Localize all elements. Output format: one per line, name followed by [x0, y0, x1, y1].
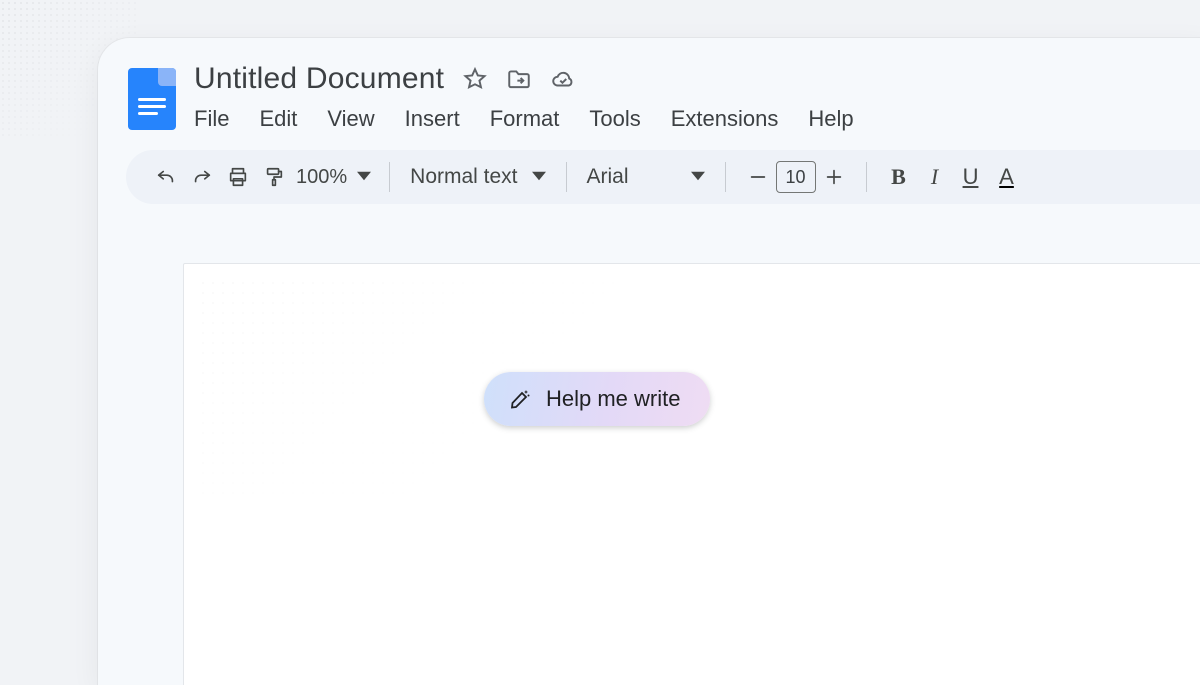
help-me-write-button[interactable]: Help me write — [484, 372, 710, 426]
redo-button[interactable] — [184, 159, 220, 195]
paragraph-style-value: Normal text — [410, 165, 517, 189]
menu-edit[interactable]: Edit — [259, 106, 297, 132]
title-line: Untitled Document — [194, 62, 854, 96]
menu-extensions[interactable]: Extensions — [671, 106, 779, 132]
menu-file[interactable]: File — [194, 106, 229, 132]
decrease-font-size-button[interactable] — [740, 159, 776, 195]
chevron-down-icon — [357, 166, 371, 189]
separator — [389, 162, 390, 192]
menu-view[interactable]: View — [327, 106, 374, 132]
docs-logo-icon[interactable] — [128, 68, 176, 130]
undo-button[interactable] — [148, 159, 184, 195]
chevron-down-icon — [691, 165, 705, 189]
chevron-down-icon — [532, 165, 546, 189]
cloud-status-icon[interactable] — [550, 66, 576, 92]
title-block: Untitled Document File Edit View — [194, 62, 854, 132]
paint-format-button[interactable] — [256, 159, 292, 195]
title-row: Untitled Document File Edit View — [98, 56, 1200, 132]
move-to-folder-icon[interactable] — [506, 66, 532, 92]
print-button[interactable] — [220, 159, 256, 195]
font-size-input[interactable]: 10 — [776, 161, 816, 193]
document-page[interactable]: Help me write — [183, 263, 1200, 685]
star-icon[interactable] — [462, 66, 488, 92]
menu-bar: File Edit View Insert Format Tools Exten… — [194, 104, 854, 132]
paragraph-style-dropdown[interactable]: Normal text — [404, 165, 551, 189]
separator — [566, 162, 567, 192]
zoom-dropdown[interactable]: 100% — [292, 166, 375, 189]
document-title[interactable]: Untitled Document — [194, 62, 444, 96]
docs-window: Untitled Document File Edit View — [98, 38, 1200, 685]
font-family-value: Arial — [587, 165, 629, 189]
zoom-value: 100% — [296, 166, 347, 189]
font-family-dropdown[interactable]: Arial — [581, 165, 711, 189]
separator — [725, 162, 726, 192]
menu-insert[interactable]: Insert — [405, 106, 460, 132]
title-action-icons — [462, 66, 576, 92]
separator — [866, 162, 867, 192]
menu-tools[interactable]: Tools — [589, 106, 640, 132]
help-me-write-label: Help me write — [546, 386, 680, 412]
italic-button[interactable]: I — [917, 159, 953, 195]
magic-pen-icon — [508, 387, 532, 411]
menu-help[interactable]: Help — [808, 106, 853, 132]
increase-font-size-button[interactable] — [816, 159, 852, 195]
menu-format[interactable]: Format — [490, 106, 560, 132]
underline-button[interactable]: U — [953, 159, 989, 195]
docs-logo-lines — [138, 98, 166, 115]
toolbar: 100% Normal text Arial 10 B I U A — [126, 150, 1200, 204]
text-color-button[interactable]: A — [989, 159, 1025, 195]
bold-button[interactable]: B — [881, 159, 917, 195]
